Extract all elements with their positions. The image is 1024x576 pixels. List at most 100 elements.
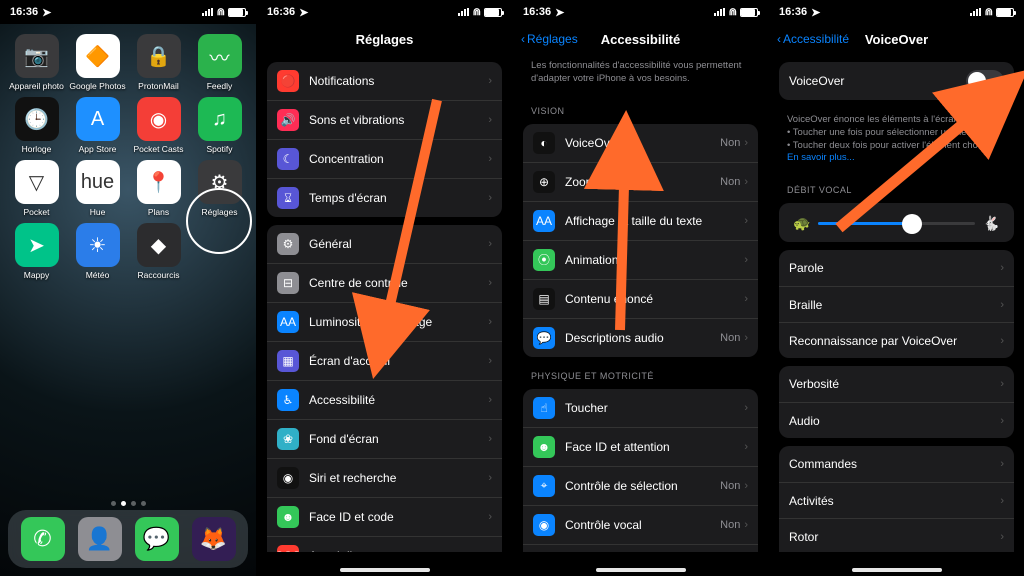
dock: ✆ 👤 💬 🦊 bbox=[8, 510, 248, 568]
app-label: Plans bbox=[148, 207, 169, 217]
app-icon: A bbox=[76, 97, 120, 141]
row-bouton-lat-ral[interactable]: ▢Bouton latéral› bbox=[523, 544, 758, 552]
row-animation[interactable]: ⦿Animation› bbox=[523, 240, 758, 279]
dock-phone[interactable]: ✆ bbox=[21, 517, 65, 561]
row-verbosit-[interactable]: Verbosité› bbox=[779, 366, 1014, 402]
row-zoom[interactable]: ⊕ZoomNon› bbox=[523, 162, 758, 201]
row-contr-le-vocal[interactable]: ◉Contrôle vocalNon› bbox=[523, 505, 758, 544]
nav-bar: ‹ Réglages Accessibilité bbox=[513, 24, 768, 54]
row-contr-le-de-s-lection[interactable]: ⌖Contrôle de sélectionNon› bbox=[523, 466, 758, 505]
app-horloge[interactable]: 🕒Horloge bbox=[8, 97, 65, 154]
learn-more-link[interactable]: En savoir plus... bbox=[787, 152, 855, 163]
settings-row-face-id-et-code[interactable]: ☻Face ID et code› bbox=[267, 497, 502, 536]
row-icon: ◉ bbox=[277, 467, 299, 489]
app-google-photos[interactable]: 🔶Google Photos bbox=[69, 34, 126, 91]
chevron-right-icon: › bbox=[488, 316, 492, 328]
dock-firefox[interactable]: 🦊 bbox=[192, 517, 236, 561]
row-label: Accessibilité bbox=[309, 393, 488, 407]
row-activit-s[interactable]: Activités› bbox=[779, 482, 1014, 518]
app-app-store[interactable]: AApp Store bbox=[69, 97, 126, 154]
app-label: Feedly bbox=[207, 81, 233, 91]
row-braille[interactable]: Braille› bbox=[779, 286, 1014, 322]
chevron-right-icon: › bbox=[488, 192, 492, 204]
settings-row-temps-d-cran[interactable]: ⌛︎Temps d'écran› bbox=[267, 178, 502, 217]
app-réglages[interactable]: ⚙︎Réglages bbox=[191, 160, 248, 217]
settings-row-accessibilit-[interactable]: ♿︎Accessibilité› bbox=[267, 380, 502, 419]
row-toucher[interactable]: ☝︎Toucher› bbox=[523, 389, 758, 427]
signal-icon bbox=[202, 8, 214, 16]
row-icon: ❀ bbox=[277, 428, 299, 450]
turtle-icon: 🐢 bbox=[793, 215, 810, 232]
settings-row-siri-et-recherche[interactable]: ◉Siri et recherche› bbox=[267, 458, 502, 497]
row-label: Contrôle vocal bbox=[565, 518, 720, 532]
voiceover-toggle[interactable] bbox=[966, 70, 1004, 92]
row-label: Braille bbox=[789, 298, 1000, 312]
row-descriptions-audio[interactable]: 💬Descriptions audioNon› bbox=[523, 318, 758, 357]
app-spotify[interactable]: ♫Spotify bbox=[191, 97, 248, 154]
settings-row-appel-d-urgence[interactable]: SOSAppel d'urgence› bbox=[267, 536, 502, 552]
battery-icon bbox=[228, 8, 246, 17]
row-label: VoiceOver bbox=[565, 136, 720, 150]
settings-row-fond-d-cran[interactable]: ❀Fond d'écran› bbox=[267, 419, 502, 458]
app-protonmail[interactable]: 🔒ProtonMail bbox=[130, 34, 187, 91]
app-label: Appareil photo bbox=[9, 81, 64, 91]
row-contenu-nonc-[interactable]: ▤Contenu énoncé› bbox=[523, 279, 758, 318]
app-hue[interactable]: hueHue bbox=[69, 160, 126, 217]
chevron-right-icon: › bbox=[1000, 531, 1004, 543]
app-plans[interactable]: 📍 Plans bbox=[130, 160, 187, 217]
row-label: Rotor bbox=[789, 530, 1000, 544]
row-label: Luminosité et affichage bbox=[309, 315, 488, 329]
app-raccourcis[interactable]: ◆Raccourcis bbox=[130, 223, 187, 280]
settings-row--cran-d-accueil[interactable]: ▦Écran d'accueil› bbox=[267, 341, 502, 380]
app-pocket[interactable]: ▽Pocket bbox=[8, 160, 65, 217]
settings-row-g-n-ral[interactable]: ⚙︎Général› bbox=[267, 225, 502, 263]
app-feedly[interactable]: 〰Feedly bbox=[191, 34, 248, 91]
voiceover-toggle-row[interactable]: VoiceOver bbox=[779, 62, 1014, 100]
chevron-right-icon: › bbox=[744, 215, 748, 227]
accessibility-screen: 16:36➤ ⋒ ‹ Réglages Accessibilité Les fo… bbox=[512, 0, 768, 576]
dock-messages[interactable]: 💬 bbox=[135, 517, 179, 561]
row-label: Activités bbox=[789, 494, 1000, 508]
toggle-label: VoiceOver bbox=[789, 74, 966, 88]
row-label: Sons et vibrations bbox=[309, 113, 488, 127]
status-bar: 16:36➤ ⋒ bbox=[769, 0, 1024, 24]
row-audio[interactable]: Audio› bbox=[779, 402, 1014, 438]
status-bar: 16:36➤ ⋒ bbox=[0, 0, 256, 24]
row-label: Parole bbox=[789, 261, 1000, 275]
app-label: Google Photos bbox=[69, 81, 125, 91]
row-label: Commandes bbox=[789, 457, 1000, 471]
row-label: Affichage et taille du texte bbox=[565, 214, 744, 228]
row-parole[interactable]: Parole› bbox=[779, 250, 1014, 286]
app-appareil-photo[interactable]: 📷Appareil photo bbox=[8, 34, 65, 91]
row-voiceover[interactable]: ◐VoiceOverNon› bbox=[523, 124, 758, 162]
back-button[interactable]: ‹ Réglages bbox=[521, 32, 578, 46]
settings-row-luminosit-et-affichage[interactable]: AALuminosité et affichage› bbox=[267, 302, 502, 341]
row-reconnaissance-par-voiceover[interactable]: Reconnaissance par VoiceOver› bbox=[779, 322, 1014, 358]
chevron-right-icon: › bbox=[488, 550, 492, 552]
settings-row-notifications[interactable]: 🔴Notifications› bbox=[267, 62, 502, 100]
settings-row-centre-de-contr-le[interactable]: ⊟Centre de contrôle› bbox=[267, 263, 502, 302]
row-face-id-et-attention[interactable]: ☻Face ID et attention› bbox=[523, 427, 758, 466]
row-rotor[interactable]: Rotor› bbox=[779, 518, 1014, 552]
settings-row-concentration[interactable]: ☾Concentration› bbox=[267, 139, 502, 178]
back-button[interactable]: ‹ Accessibilité bbox=[777, 32, 849, 46]
chevron-right-icon: › bbox=[488, 277, 492, 289]
app-pocket-casts[interactable]: ◉Pocket Casts bbox=[130, 97, 187, 154]
row-icon: 🔴 bbox=[277, 70, 299, 92]
row-commandes[interactable]: Commandes› bbox=[779, 446, 1014, 482]
speaking-rate-slider[interactable]: 🐢 🐇 bbox=[779, 211, 1014, 242]
app-mappy[interactable]: ➤Mappy bbox=[8, 223, 65, 280]
chevron-right-icon: › bbox=[488, 238, 492, 250]
row-label: Reconnaissance par VoiceOver bbox=[789, 334, 1000, 348]
app-label: Mappy bbox=[24, 270, 50, 280]
row-affichage-et-taille-du-texte[interactable]: AAAffichage et taille du texte› bbox=[523, 201, 758, 240]
app-icon: 📍 bbox=[137, 160, 181, 204]
app-icon: 🔒 bbox=[137, 34, 181, 78]
settings-row-sons-et-vibrations[interactable]: 🔊Sons et vibrations› bbox=[267, 100, 502, 139]
app-icon: ◉ bbox=[137, 97, 181, 141]
dock-contacts[interactable]: 👤 bbox=[78, 517, 122, 561]
app-météo[interactable]: ☀︎Météo bbox=[69, 223, 126, 280]
app-label: Hue bbox=[90, 207, 106, 217]
clock: 16:36 bbox=[10, 6, 38, 18]
section-header-motor: PHYSIQUE ET MOTRICITÉ bbox=[531, 371, 750, 381]
